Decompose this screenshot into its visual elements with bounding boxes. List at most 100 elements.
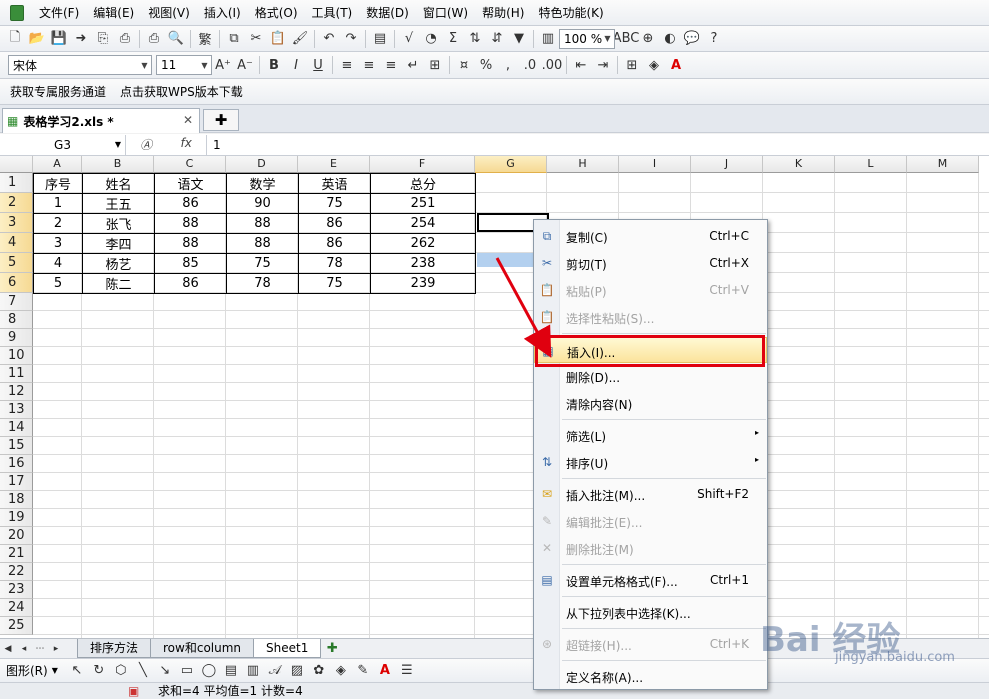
align-right-icon[interactable]: ≡ <box>380 54 402 76</box>
font-color-icon[interactable]: A <box>374 660 396 682</box>
wordart-icon[interactable]: 𝒜 <box>264 660 286 682</box>
currency-icon[interactable]: ¤ <box>453 54 475 76</box>
name-box[interactable]: G3 ▼ <box>0 134 126 155</box>
sort-desc-icon[interactable]: ⇵ <box>486 28 508 50</box>
font-size-select[interactable]: 11 ▼ <box>156 55 212 75</box>
data-cell[interactable]: 239 <box>370 273 476 294</box>
row-header-1[interactable]: 1 <box>0 173 33 193</box>
row-header-22[interactable]: 22 <box>0 563 33 581</box>
textbox-icon[interactable]: ▤ <box>220 660 242 682</box>
sheet-tab[interactable]: 排序方法 <box>77 639 152 658</box>
pdf-icon[interactable]: ⎙ <box>114 28 136 50</box>
menu-edit[interactable]: 编辑(E) <box>86 1 141 25</box>
menu-window[interactable]: 窗口(W) <box>416 1 475 25</box>
column-header-k[interactable]: K <box>763 156 835 173</box>
menu-data[interactable]: 数据(D) <box>359 1 416 25</box>
bold-button[interactable]: B <box>263 54 285 76</box>
calculator-icon[interactable]: ◔ <box>420 28 442 50</box>
decrease-decimal-icon[interactable]: .00 <box>541 54 563 76</box>
row-header-13[interactable]: 13 <box>0 401 33 419</box>
row-header-2[interactable]: 2 <box>0 193 33 213</box>
row-header-15[interactable]: 15 <box>0 437 33 455</box>
column-header-j[interactable]: J <box>691 156 763 173</box>
row-header-23[interactable]: 23 <box>0 581 33 599</box>
first-sheet-icon[interactable]: ◀ <box>0 644 16 654</box>
data-cell[interactable]: 2 <box>33 213 83 234</box>
rotate-icon[interactable]: ↻ <box>88 660 110 682</box>
shapes-menu[interactable]: 图形(R) <box>6 662 48 679</box>
service-link[interactable]: 获取专属服务通道 <box>10 83 106 100</box>
new-icon[interactable]: 🗋 <box>4 28 26 50</box>
data-cell[interactable]: 李四 <box>82 233 155 254</box>
font-select[interactable]: 宋体 ▼ <box>8 55 152 75</box>
function-icon[interactable]: √ <box>398 28 420 50</box>
shrink-font-icon[interactable]: A⁻ <box>234 54 256 76</box>
align-center-icon[interactable]: ≡ <box>358 54 380 76</box>
row-header-14[interactable]: 14 <box>0 419 33 437</box>
menu-item-format-cells[interactable]: ▤ 设置单元格格式(F)... Ctrl+1 <box>534 567 767 593</box>
data-cell[interactable]: 90 <box>226 193 299 214</box>
autoshapes-icon[interactable]: ⬡ <box>110 660 132 682</box>
format-painter-icon[interactable]: 🖌 <box>289 28 311 50</box>
column-header-b[interactable]: B <box>82 156 154 173</box>
data-cell[interactable]: 254 <box>370 213 476 234</box>
data-cell[interactable]: 4 <box>33 253 83 274</box>
column-header-f[interactable]: F <box>370 156 475 173</box>
data-cell[interactable]: 75 <box>298 273 371 294</box>
align-left-icon[interactable]: ≡ <box>336 54 358 76</box>
ribbon-icon[interactable]: ◐ <box>659 28 681 50</box>
menu-insert[interactable]: 插入(I) <box>197 1 248 25</box>
fill-icon[interactable]: ◈ <box>330 660 352 682</box>
row-header-8[interactable]: 8 <box>0 311 33 329</box>
research-icon[interactable]: ⊕ <box>637 28 659 50</box>
document-tab[interactable]: ▦ 表格学习2.xls * ✕ <box>2 108 200 133</box>
row-header-10[interactable]: 10 <box>0 347 33 365</box>
menu-special[interactable]: 特色功能(K) <box>531 1 610 25</box>
clipart-icon[interactable]: ✿ <box>308 660 330 682</box>
formula-input[interactable]: 1 <box>206 134 989 155</box>
data-cell[interactable]: 王五 <box>82 193 155 214</box>
grow-font-icon[interactable]: A⁺ <box>212 54 234 76</box>
menu-tools[interactable]: 工具(T) <box>305 1 360 25</box>
data-cell[interactable]: 75 <box>226 253 299 274</box>
column-header-m[interactable]: M <box>907 156 979 173</box>
line-icon[interactable]: ╲ <box>132 660 154 682</box>
column-title-cell[interactable]: 总分 <box>370 173 476 194</box>
traditional-chinese-icon[interactable]: 繁 <box>194 28 216 50</box>
data-cell[interactable]: 88 <box>226 233 299 254</box>
save-icon[interactable]: 💾 <box>48 28 70 50</box>
undo-icon[interactable]: ↶ <box>318 28 340 50</box>
insert-row-icon[interactable]: ▤ <box>369 28 391 50</box>
row-header-12[interactable]: 12 <box>0 383 33 401</box>
row-header-5[interactable]: 5 <box>0 253 33 273</box>
data-table[interactable]: 序号 姓名 语文 数学 英语 总分 1 王五 86 90 75 251 2 张飞 88 88 86 254 3 李四 8… <box>33 173 476 294</box>
column-title-cell[interactable]: 姓名 <box>82 173 155 194</box>
row-header-7[interactable]: 7 <box>0 293 33 311</box>
data-cell[interactable]: 238 <box>370 253 476 274</box>
data-cell[interactable]: 78 <box>226 273 299 294</box>
underline-button[interactable]: U <box>307 54 329 76</box>
sort-asc-icon[interactable]: ⇅ <box>464 28 486 50</box>
row-header-6[interactable]: 6 <box>0 273 33 293</box>
print-icon[interactable]: ⎙ <box>143 28 165 50</box>
row-header-21[interactable]: 21 <box>0 545 33 563</box>
data-cell[interactable]: 86 <box>154 193 227 214</box>
chart-icon[interactable]: ▥ <box>537 28 559 50</box>
menu-item-filter[interactable]: 筛选(L) ▸ <box>534 422 767 448</box>
data-cell[interactable]: 张飞 <box>82 213 155 234</box>
menu-item-sort[interactable]: ⇅ 排序(U) ▸ <box>534 449 767 475</box>
row-header-9[interactable]: 9 <box>0 329 33 347</box>
data-cell[interactable]: 杨艺 <box>82 253 155 274</box>
row-header-11[interactable]: 11 <box>0 365 33 383</box>
column-header-h[interactable]: H <box>547 156 619 173</box>
comma-icon[interactable]: , <box>497 54 519 76</box>
menu-help[interactable]: 帮助(H) <box>475 1 531 25</box>
export-icon[interactable]: ⎘ <box>92 28 114 50</box>
column-title-cell[interactable]: 序号 <box>33 173 83 194</box>
column-title-cell[interactable]: 语文 <box>154 173 227 194</box>
print-preview-icon[interactable]: 🔍 <box>165 28 187 50</box>
vertical-textbox-icon[interactable]: ▥ <box>242 660 264 682</box>
add-sheet-icon[interactable]: ✚ <box>321 638 343 660</box>
menu-view[interactable]: 视图(V) <box>141 1 197 25</box>
data-cell[interactable]: 1 <box>33 193 83 214</box>
